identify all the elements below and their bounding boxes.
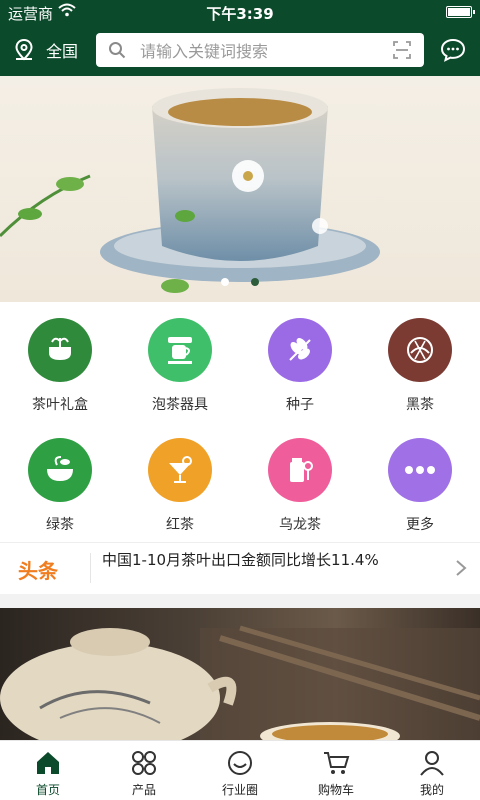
tab-profile[interactable]: 我的 [384,741,480,800]
teapot-illustration [0,625,480,740]
category-label: 更多 [406,517,434,533]
search-input[interactable]: 请输入关键词搜索 [96,33,424,67]
home-icon [37,752,59,774]
category-label: 泡茶器具 [152,397,208,413]
tab-label: 产品 [131,783,156,797]
tab-home[interactable]: 首页 [0,741,96,800]
tab-label: 行业圈 [221,783,258,797]
gift-box-icon [28,318,92,382]
category-label: 黑茶 [406,397,434,413]
app-header: 运营商 下午3:39 全国 请输入关键词搜索 [0,0,480,76]
tea-maker-icon [148,318,212,382]
message-icon[interactable] [440,38,466,62]
more-dots-icon [388,438,452,502]
tab-label: 购物车 [317,783,354,797]
location-label: 全国 [46,42,79,61]
seed-icon [268,318,332,382]
tab-label: 首页 [35,783,60,797]
category-tea-gift-box[interactable]: 茶叶礼盒 [0,318,120,414]
chevron-right-icon[interactable] [454,559,468,577]
status-time: 下午3:39 [206,5,274,23]
category-label: 红茶 [166,517,194,533]
scan-icon[interactable] [392,40,412,60]
green-tea-icon [28,438,92,502]
tab-cart[interactable]: 购物车 [288,741,384,800]
search-icon [109,42,126,59]
status-bar: 运营商 下午3:39 [0,0,480,24]
pagination-dot[interactable] [250,278,259,286]
category-seeds[interactable]: 种子 [240,318,360,414]
pagination-dot-active[interactable] [221,278,230,286]
banner-pagination [0,271,480,290]
bottom-tab-bar: 首页 产品 行业圈 购物车 我的 [0,740,480,800]
location-selector[interactable]: 全国 [12,36,78,64]
headline-tag: 头条 [18,559,58,583]
tab-products[interactable]: 产品 [96,741,192,800]
tea-can-icon [268,438,332,502]
category-tea-utensils[interactable]: 泡茶器具 [120,318,240,414]
category-green-tea[interactable]: 绿茶 [0,438,120,534]
category-grid: 茶叶礼盒 泡茶器具 种子 黑茶 绿茶 红茶 乌龙茶 更多 [0,302,480,542]
divider [90,553,91,583]
category-label: 种子 [286,397,314,413]
headline-news-bar[interactable]: 头条 中国1-10月茶叶出口金额同比增长11.4% [0,542,480,594]
category-label: 绿茶 [46,517,74,533]
category-more[interactable]: 更多 [360,438,480,534]
battery-icon [446,6,475,18]
search-placeholder: 请输入关键词搜索 [140,42,269,61]
category-label: 乌龙茶 [279,517,321,533]
category-dark-tea[interactable]: 黑茶 [360,318,480,414]
category-oolong-tea[interactable]: 乌龙茶 [240,438,360,534]
headline-text[interactable]: 中国1-10月茶叶出口金额同比增长11.4% [102,549,379,570]
circle-icon [228,751,252,775]
category-black-tea[interactable]: 红茶 [120,438,240,534]
tab-industry-circle[interactable]: 行业圈 [192,741,288,800]
tea-cake-icon [388,318,452,382]
location-pin-icon [15,38,33,61]
grid-icon [132,751,156,775]
featured-image[interactable] [0,608,480,740]
tea-cup-illustration [0,88,380,293]
category-label: 茶叶礼盒 [32,397,88,413]
cart-icon [324,752,350,774]
tab-label: 我的 [419,783,444,797]
user-icon [420,751,444,776]
promo-banner[interactable] [0,76,480,302]
drink-icon [148,438,212,502]
